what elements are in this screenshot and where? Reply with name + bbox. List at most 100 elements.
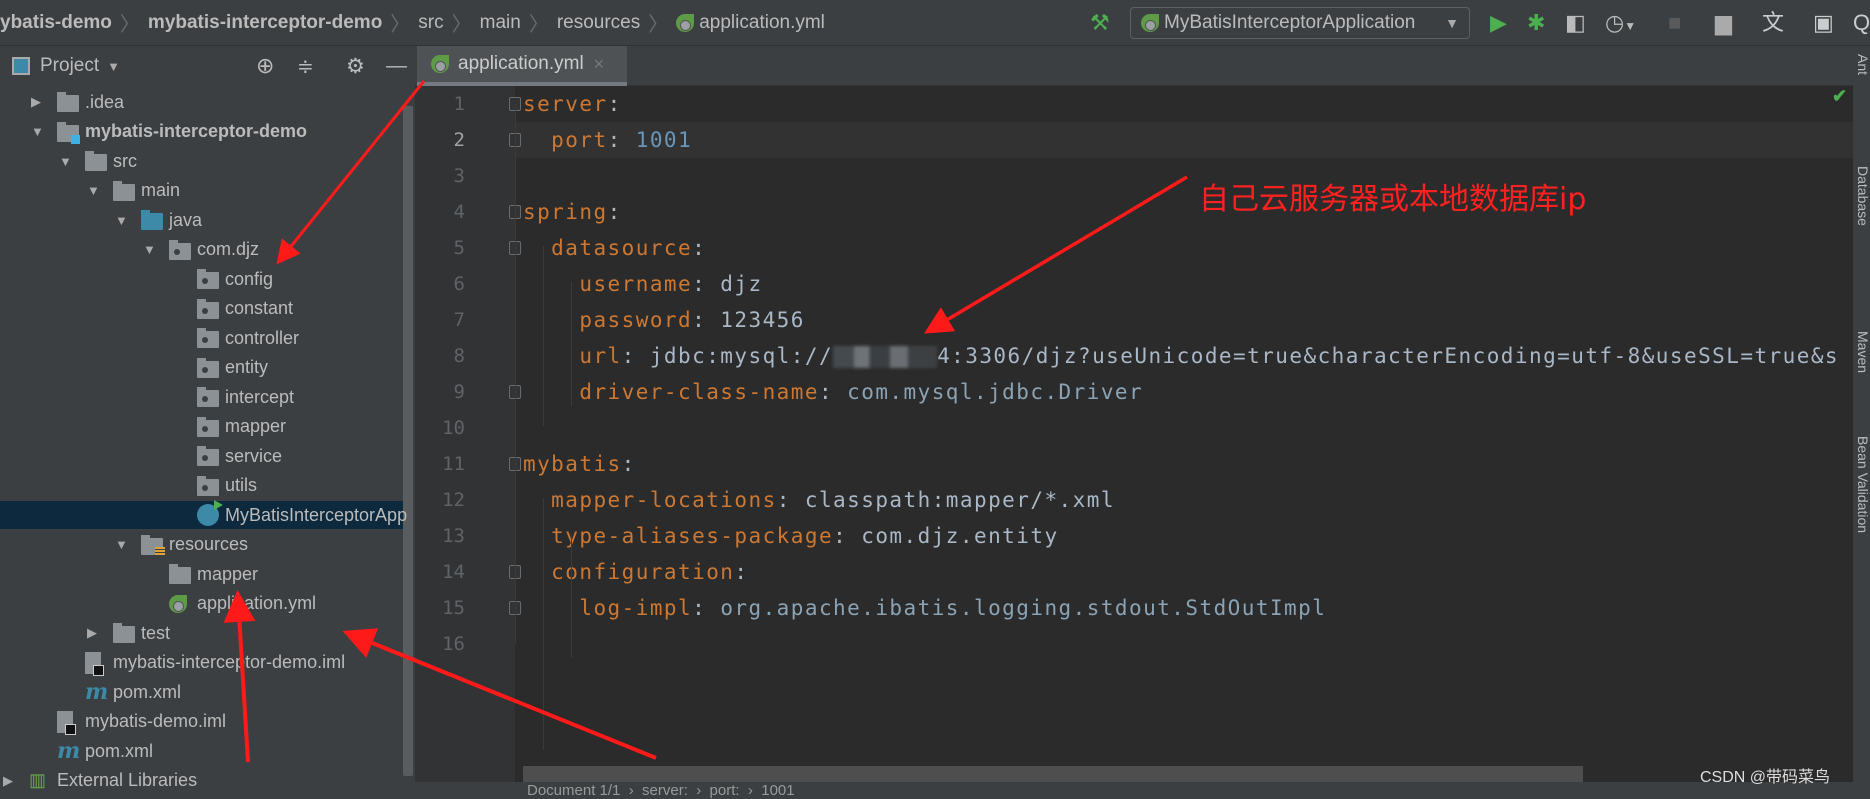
tree-item-label: mapper — [197, 563, 259, 584]
tree-item[interactable]: mybatis-demo.iml — [0, 708, 403, 736]
expanded-arrow-icon[interactable]: ▼ — [115, 213, 128, 228]
terminal-icon[interactable]: ▣ — [1813, 10, 1834, 36]
tree-item[interactable]: entity — [0, 354, 403, 382]
profile-icon[interactable]: ◷▼ — [1605, 10, 1636, 39]
line-number: 6 — [453, 273, 465, 295]
tree-item[interactable]: ▼ java — [0, 206, 403, 234]
code-editor[interactable]: 1 server: 2 port: 1001 3 4 spring: 5 datasourc… — [415, 86, 1853, 782]
chevron-down-icon: ▼ — [1445, 15, 1459, 31]
hammer-icon[interactable]: ⚒ — [1090, 10, 1110, 36]
code-token: mapper-locations — [523, 488, 777, 512]
project-structure-icon[interactable]: ▆ — [1715, 10, 1732, 36]
breadcrumb-label: application.yml — [699, 11, 825, 33]
tree-item-label: mybatis-interceptor-demo.iml — [113, 652, 346, 672]
code-token: username — [523, 272, 693, 296]
tool-maven[interactable]: Maven — [1855, 331, 1870, 373]
folder-icon — [85, 151, 107, 171]
run-config-label: MyBatisInterceptorApplication — [1164, 12, 1416, 33]
expanded-arrow-icon[interactable]: ▼ — [31, 124, 44, 139]
run-icon[interactable]: ▶ — [1490, 10, 1507, 36]
tree-item[interactable]: ▼ com.djz — [0, 236, 403, 264]
expanded-arrow-icon[interactable]: ▼ — [59, 154, 72, 169]
line-number: 4 — [453, 201, 465, 223]
expanded-arrow-icon[interactable]: ▼ — [143, 242, 156, 257]
tree-item[interactable]: mybatis-interceptor-demo.iml — [0, 649, 403, 677]
locate-icon[interactable]: ⊕ — [256, 53, 274, 79]
indent-guide — [543, 498, 544, 750]
tree-item[interactable]: mapper — [0, 413, 403, 441]
tree-item-label: intercept — [225, 386, 295, 407]
code-token: : classpath:mapper/*.xml — [776, 488, 1115, 512]
breadcrumb-item[interactable]: ybatis-demo — [0, 12, 112, 34]
tree-item[interactable]: ▼ main — [0, 177, 403, 205]
code-token: : — [607, 200, 622, 224]
breadcrumb: ybatis-demo 〉 mybatis-interceptor-demo 〉 src… — [0, 8, 825, 37]
stop-icon[interactable]: ■ — [1668, 10, 1681, 36]
coverage-icon[interactable]: ◧ — [1565, 10, 1586, 36]
run-configuration-select[interactable]: MyBatisInterceptorApplication ▼ — [1130, 7, 1470, 39]
breadcrumb-item[interactable]: mybatis-interceptor-demo — [148, 12, 382, 34]
line-number: 11 — [442, 453, 465, 475]
horizontal-scrollbar[interactable] — [523, 766, 1583, 782]
debug-icon[interactable]: ✱ — [1527, 10, 1545, 36]
hide-panel-icon[interactable]: — — [386, 54, 407, 78]
code-token: driver-class-name — [523, 380, 819, 404]
tree-item[interactable]: service — [0, 442, 403, 470]
tool-database[interactable]: Database — [1855, 166, 1870, 226]
tree-item-label: mybatis-demo.iml — [85, 711, 227, 731]
close-icon[interactable]: × — [594, 54, 605, 75]
chevron-down-icon[interactable]: ▼ — [107, 59, 120, 74]
tree-item[interactable]: application.yml — [0, 590, 403, 618]
code-line: mybatis: — [523, 446, 636, 482]
tree-item-label: java — [169, 209, 203, 230]
tree-item-label: controller — [225, 327, 300, 348]
project-view-select[interactable]: Project — [40, 55, 99, 77]
tab-application-yml[interactable]: application.yml × — [417, 46, 627, 86]
tree-item[interactable]: intercept — [0, 383, 403, 411]
folder-icon — [113, 180, 135, 201]
tree-item[interactable]: m pom.xml — [0, 737, 403, 765]
tree-item[interactable]: ▼ src — [0, 147, 403, 175]
code-token: : jdbc:mysql:// — [621, 344, 834, 368]
tree-item[interactable]: utils — [0, 472, 403, 500]
code-token: mybatis — [523, 452, 622, 476]
expanded-arrow-icon[interactable]: ▼ — [87, 183, 100, 198]
tree-item[interactable]: ▼ resources — [0, 531, 403, 559]
source-folder-icon — [141, 210, 163, 230]
code-token: 1001 — [635, 128, 693, 152]
folder-icon — [169, 564, 191, 584]
gear-icon[interactable]: ⚙ — [346, 54, 365, 79]
breadcrumb-item[interactable]: main — [480, 12, 521, 34]
spring-boot-icon — [1141, 14, 1159, 32]
line-number: 10 — [442, 417, 465, 439]
tree-item-label: config — [225, 268, 274, 289]
line-number: 16 — [442, 633, 465, 655]
package-icon — [197, 446, 219, 466]
tree-item[interactable]: m pom.xml — [0, 678, 403, 706]
tool-ant[interactable]: Ant — [1855, 54, 1870, 75]
tree-item[interactable]: controller — [0, 324, 403, 352]
yaml-file-icon — [169, 594, 187, 613]
collapsed-arrow-icon[interactable]: ▶ — [31, 94, 41, 110]
annotation-text: 自己云服务器或本地数据库ip — [1199, 182, 1587, 217]
collapsed-arrow-icon[interactable]: ▶ — [3, 773, 13, 789]
breadcrumb-item[interactable]: src — [418, 12, 443, 34]
tree-item[interactable]: ▼ mybatis-interceptor-demo — [0, 118, 403, 146]
tree-item[interactable]: ▶ test — [0, 619, 403, 647]
tree-scrollbar[interactable] — [403, 106, 413, 776]
collapsed-arrow-icon[interactable]: ▶ — [87, 625, 97, 641]
tree-item[interactable]: MyBatisInterceptorApp — [0, 500, 407, 529]
translate-icon[interactable]: 文 — [1762, 10, 1784, 36]
tree-item[interactable]: ▶ .idea — [0, 88, 403, 116]
tree-item[interactable]: ▶ ▥ External Libraries — [0, 767, 403, 795]
tool-bean-validation[interactable]: Bean Validation — [1855, 436, 1870, 533]
tree-item[interactable]: constant — [0, 295, 403, 323]
search-icon[interactable]: Q — [1853, 10, 1870, 36]
tree-item-label: com.djz — [197, 239, 260, 259]
breadcrumb-item[interactable]: application.yml — [676, 12, 825, 34]
tree-item[interactable]: config — [0, 265, 403, 293]
collapse-all-icon[interactable]: ≑ — [297, 54, 314, 79]
tree-item[interactable]: mapper — [0, 560, 403, 588]
breadcrumb-item[interactable]: resources — [557, 12, 640, 34]
expanded-arrow-icon[interactable]: ▼ — [115, 537, 128, 552]
